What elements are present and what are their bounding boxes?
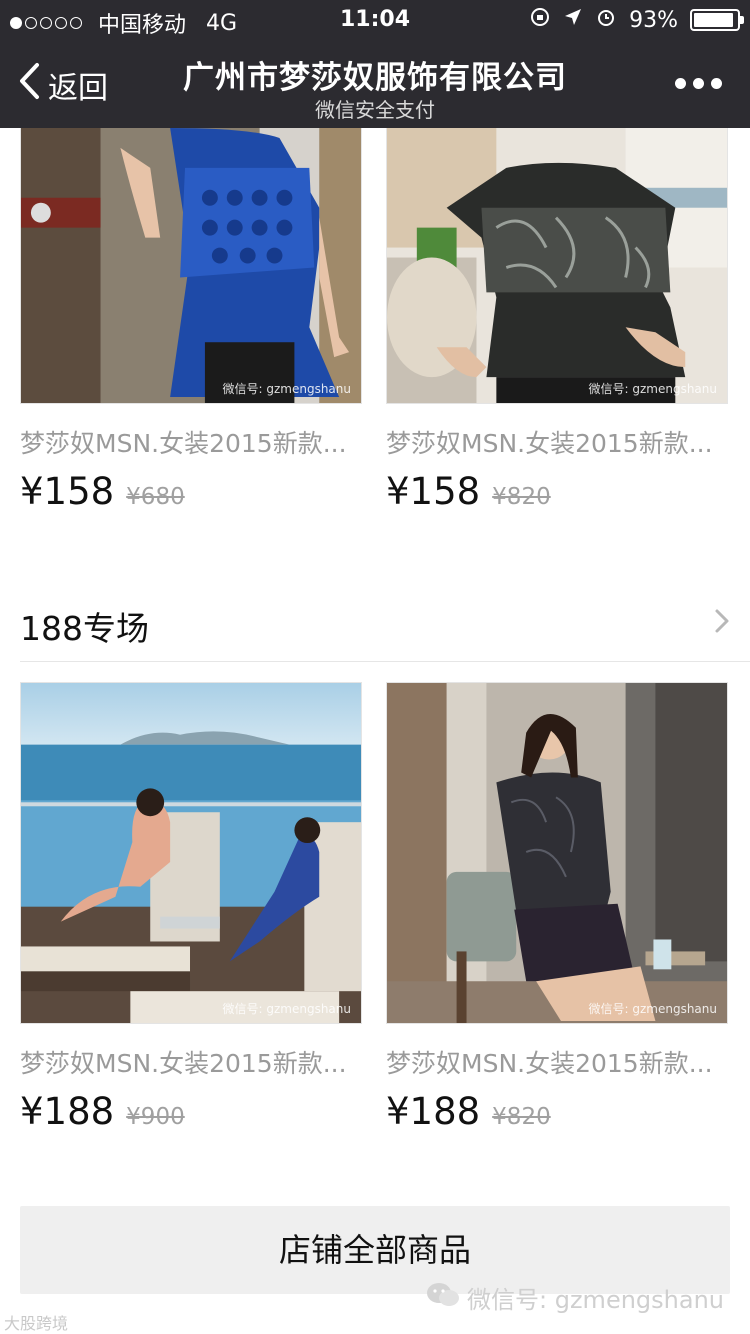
battery-fill xyxy=(694,13,733,27)
product-original-price: ¥900 xyxy=(126,1104,185,1130)
product-card[interactable]: 微信号: gzmengshanu 梦莎奴MSN.女装2015新款... ¥188… xyxy=(386,682,728,1133)
price-row: ¥158 ¥680 xyxy=(20,470,362,513)
section-header[interactable]: 188专场 xyxy=(20,598,750,662)
image-watermark: 微信号: gzmengshanu xyxy=(222,382,352,396)
battery-icon xyxy=(690,9,744,31)
alarm-icon xyxy=(595,6,617,34)
page-title: 广州市梦莎奴服饰有限公司 xyxy=(183,60,567,96)
rotation-lock-icon xyxy=(529,6,551,34)
chevron-right-icon xyxy=(714,608,730,638)
product-image[interactable]: 微信号: gzmengshanu xyxy=(386,682,728,1024)
product-price: ¥188 xyxy=(386,1090,481,1133)
more-icon-dot xyxy=(693,78,704,89)
section-title: 188专场 xyxy=(20,609,149,648)
battery-percent: 93% xyxy=(629,7,678,33)
image-watermark: 微信号: gzmengshanu xyxy=(222,1002,352,1016)
product-name[interactable]: 梦莎奴MSN.女装2015新款... xyxy=(386,424,728,460)
product-card[interactable]: 微信号: gzmengshanu 梦莎奴MSN.女装2015新款... ¥158… xyxy=(20,128,362,513)
product-name[interactable]: 梦莎奴MSN.女装2015新款... xyxy=(20,424,362,460)
product-original-price: ¥820 xyxy=(492,484,551,510)
corner-mark: 大股跨境 xyxy=(4,1314,69,1333)
location-icon xyxy=(563,7,583,33)
product-price: ¥158 xyxy=(386,470,481,513)
product-card[interactable]: 微信号: gzmengshanu 梦莎奴MSN.女装2015新款... ¥158… xyxy=(386,128,728,513)
status-bar: 中国移动 4G 11:04 93% xyxy=(0,0,750,40)
price-row: ¥188 ¥820 xyxy=(386,1090,728,1133)
product-original-price: ¥820 xyxy=(492,1104,551,1130)
image-watermark: 微信号: gzmengshanu xyxy=(588,1002,718,1016)
more-icon-dot xyxy=(675,78,686,89)
product-price: ¥158 xyxy=(20,470,115,513)
product-card[interactable]: 微信号: gzmengshanu 梦莎奴MSN.女装2015新款... ¥188… xyxy=(20,682,362,1133)
product-image[interactable]: 微信号: gzmengshanu xyxy=(20,682,362,1024)
wechat-icon xyxy=(425,1281,461,1315)
top-bar: 中国移动 4G 11:04 93% 返回 广州市梦莎奴服饰有限公司 微信安全支付 xyxy=(0,0,750,128)
image-watermark: 微信号: gzmengshanu xyxy=(588,382,718,396)
product-price: ¥188 xyxy=(20,1090,115,1133)
footer-watermark-text: 微信号: gzmengshanu xyxy=(467,1286,724,1314)
product-name[interactable]: 梦莎奴MSN.女装2015新款... xyxy=(386,1044,728,1080)
footer-watermark: 微信号: gzmengshanu xyxy=(425,1280,724,1315)
product-image[interactable]: 微信号: gzmengshanu xyxy=(20,128,362,404)
more-icon-dot xyxy=(711,78,722,89)
status-right: 93% xyxy=(529,6,744,34)
price-row: ¥188 ¥900 xyxy=(20,1090,362,1133)
product-original-price: ¥680 xyxy=(126,484,185,510)
more-options-button[interactable] xyxy=(675,78,722,89)
product-name[interactable]: 梦莎奴MSN.女装2015新款... xyxy=(20,1044,362,1080)
price-row: ¥158 ¥820 xyxy=(386,470,728,513)
product-image[interactable]: 微信号: gzmengshanu xyxy=(386,128,728,404)
page-subtitle: 微信安全支付 xyxy=(315,98,435,122)
